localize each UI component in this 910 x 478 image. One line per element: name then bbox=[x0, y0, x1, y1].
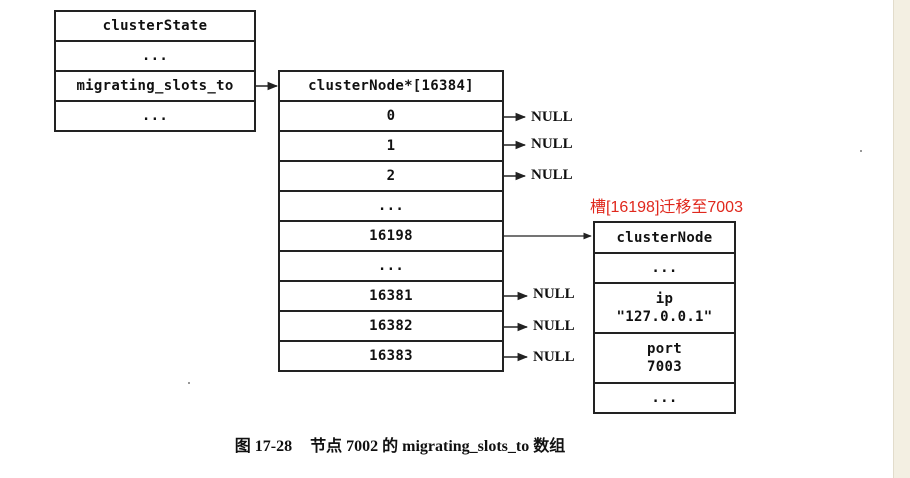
figure-number: 图 17-28 bbox=[234, 438, 293, 455]
arrows-layer bbox=[256, 81, 592, 362]
figure-caption: 图 17-28 节点 7002 的 migrating_slots_to 数组 bbox=[0, 432, 800, 456]
figure-caption-text: 节点 7002 的 migrating_slots_to 数组 bbox=[310, 438, 566, 455]
